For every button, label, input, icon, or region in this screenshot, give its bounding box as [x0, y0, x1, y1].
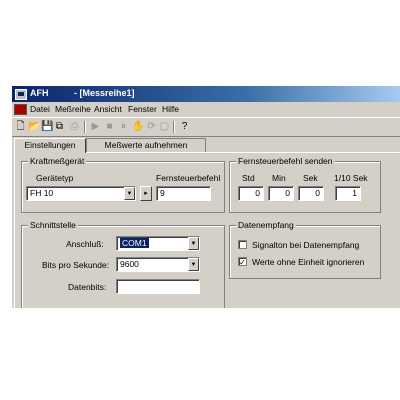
bits-label: Bits pro Sekunde: [42, 260, 110, 270]
record-icon[interactable]: ✋ [132, 121, 144, 132]
save-icon[interactable]: 💾 [41, 121, 53, 132]
tab-messwerte-aufnehmen[interactable]: Meßwerte aufnehmen [86, 138, 206, 152]
std-label: Std [242, 173, 255, 183]
app-icon [15, 89, 27, 100]
tab-strip: Einstellungen Meßwerte aufnehmen [12, 138, 400, 153]
group-kraftmessgeraet: Kraftmeßgerät Gerätetyp FH 10 ▼ ▸ Fernst… [21, 156, 225, 213]
menu-ansicht[interactable]: Ansicht [94, 104, 122, 114]
toolbar-separator-2 [173, 121, 175, 133]
document-icon[interactable] [14, 104, 27, 115]
document-title: - [Messreihe1] [74, 88, 135, 98]
datenbits-select[interactable] [116, 279, 200, 294]
group-title: Schnittstelle [28, 220, 78, 230]
refresh-icon[interactable]: ⟳ [146, 121, 157, 132]
geraetetyp-select[interactable]: FH 10 [26, 186, 136, 201]
geraetetyp-label: Gerätetyp [36, 173, 74, 183]
group-fernsteuer-senden: Fernsteuerbefehl senden Std Min Sek 1/10… [229, 156, 381, 213]
stop-icon[interactable]: ■ [104, 121, 115, 132]
settings-panel: Kraftmeßgerät Gerätetyp FH 10 ▼ ▸ Fernst… [14, 152, 400, 308]
toolbar-separator [84, 121, 86, 133]
options-icon[interactable]: ▢ [159, 121, 170, 132]
app-window: AFH - [Messreihe1] Datei Meßreihe Ansich… [12, 86, 400, 308]
group-datenempfang: Datenempfang Signalton bei Datenempfang … [229, 220, 381, 279]
chevron-down-icon[interactable]: ▼ [188, 258, 199, 271]
fernsteuerbefehl-input[interactable]: 9 [156, 186, 211, 201]
std-input[interactable]: 0 [238, 186, 264, 201]
zehntel-sek-label: 1/10 Sek [334, 173, 368, 183]
werte-ignorieren-checkbox[interactable]: ✓ [238, 257, 247, 267]
app-name: AFH [30, 88, 49, 98]
group-title: Kraftmeßgerät [28, 156, 87, 166]
menu-datei[interactable]: Datei [30, 104, 50, 114]
zehntel-sek-input[interactable]: 1 [335, 186, 361, 201]
menu-fenster[interactable]: Fenster [128, 104, 157, 114]
chevron-down-icon[interactable]: ▼ [124, 187, 135, 200]
play-icon[interactable]: ▶ [90, 121, 101, 132]
group-title: Fernsteuerbefehl senden [236, 156, 335, 166]
signalton-checkbox[interactable] [238, 240, 247, 249]
menu-bar: Datei Meßreihe Ansicht Fenster Hilfe [12, 102, 400, 116]
title-bar[interactable]: AFH - [Messreihe1] [12, 86, 400, 102]
chevron-down-icon[interactable]: ▼ [188, 237, 199, 250]
anschluss-value: COM1 [120, 238, 149, 248]
fernsteuerbefehl-label: Fernsteuerbefehl [156, 173, 221, 183]
pause-icon[interactable]: ⏸ [118, 121, 129, 132]
menu-hilfe[interactable]: Hilfe [162, 104, 179, 114]
signalton-label: Signalton bei Datenempfang [252, 240, 360, 250]
datenbits-label: Datenbits: [68, 282, 107, 292]
min-input[interactable]: 0 [268, 186, 294, 201]
help-icon[interactable]: ? [179, 121, 190, 132]
toolbar: 🗋 📂 💾 ⧉ ⎙ ▶ ■ ⏸ ✋ ⟳ ▢ ? [12, 117, 400, 137]
tab-einstellungen[interactable]: Einstellungen [14, 138, 86, 153]
copy-icon[interactable]: ⧉ [54, 121, 65, 132]
send-button[interactable]: ▸ [140, 186, 152, 201]
werte-ignorieren-label: Werte ohne Einheit ignorieren [252, 257, 365, 267]
group-title: Datenempfang [236, 220, 296, 230]
min-label: Min [272, 173, 286, 183]
anschluss-label: Anschluß: [66, 239, 104, 249]
new-icon[interactable]: 🗋 [15, 121, 26, 132]
sek-label: Sek [303, 173, 318, 183]
menu-messreihe[interactable]: Meßreihe [55, 104, 91, 114]
print-icon[interactable]: ⎙ [69, 121, 80, 132]
open-icon[interactable]: 📂 [28, 121, 40, 132]
group-schnittstelle: Schnittstelle Anschluß: COM1 ▼ Bits pro … [21, 220, 225, 308]
sek-input[interactable]: 0 [298, 186, 324, 201]
